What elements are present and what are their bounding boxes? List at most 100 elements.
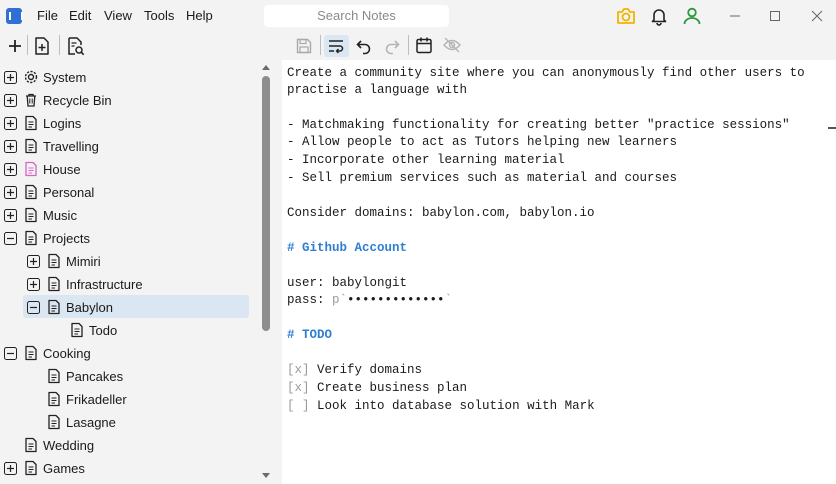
expand-icon[interactable] [27,255,40,268]
document-icon [25,437,37,453]
menu-tools[interactable]: Tools [144,8,174,23]
tree-item-label: Pancakes [66,369,124,384]
editor-heading: # Github Account [287,241,408,255]
tree-item[interactable]: Games [0,457,250,480]
menu-edit[interactable]: Edit [69,8,91,23]
user-icon[interactable] [682,6,702,26]
expand-icon[interactable] [4,94,17,107]
scroll-down-icon[interactable] [261,472,271,480]
todo-text: Verify domains [317,363,423,377]
tree-item[interactable]: Babylon [0,296,250,319]
gear-icon [24,70,38,84]
tree-item[interactable]: Logins [0,112,250,135]
checkbox-marker[interactable]: [ ] [287,399,310,413]
password-suffix: ` [444,293,453,307]
password-line: pass: p`•••••••••••••` [287,292,452,309]
document-icon [48,299,60,315]
undo-icon[interactable] [355,37,373,55]
expand-icon[interactable] [4,163,17,176]
collapse-icon[interactable] [4,347,17,360]
search-notes-icon[interactable] [66,36,86,56]
expand-icon[interactable] [4,462,17,475]
toolbar-separator [408,35,409,55]
tree-item[interactable]: Frikadeller [0,388,250,411]
expand-icon[interactable] [4,186,17,199]
tree-item-label: Frikadeller [66,392,127,407]
hide-password-icon[interactable] [442,36,462,54]
menu-view[interactable]: View [104,8,132,23]
tree-item[interactable]: Pancakes [0,365,250,388]
document-icon [25,230,37,246]
tree-item[interactable]: Recycle Bin [0,89,250,112]
tree-item[interactable]: Personal [0,181,250,204]
app-logo-icon [6,8,23,24]
collapse-icon[interactable] [4,232,17,245]
tree-item-label: Lasagne [66,415,116,430]
pink-document-icon [25,161,37,177]
document-icon [25,460,37,476]
tree-item[interactable]: House [0,158,250,181]
trash-icon [26,93,36,107]
add-note-icon[interactable] [6,37,24,55]
tree-item[interactable]: Lasagne [0,411,250,434]
tree-item[interactable]: Mimiri [0,250,250,273]
tree-scroll-thumb[interactable] [262,76,270,331]
document-icon [48,391,60,407]
close-icon[interactable] [807,6,827,26]
tree-item[interactable]: Wedding [0,434,250,457]
menu-help[interactable]: Help [186,8,213,23]
editor-line: Create a community site where you can an… [287,66,805,80]
editor-line: practise a language with [287,83,468,97]
password-mask[interactable]: ••••••••••••• [347,293,445,307]
tree-item-label: Recycle Bin [43,93,112,108]
bell-icon[interactable] [649,6,669,26]
camera-icon[interactable] [615,6,637,26]
tree-item-label: Cooking [43,346,91,361]
tree-item[interactable]: Travelling [0,135,250,158]
tree-item[interactable]: Infrastructure [0,273,250,296]
document-icon [25,115,37,131]
expand-icon[interactable] [4,140,17,153]
minimize-icon[interactable] [725,6,745,26]
checkbox-marker[interactable]: [x] [287,381,310,395]
tree-item-label: Todo [89,323,118,338]
tree-item[interactable]: Todo [0,319,250,342]
expand-icon[interactable] [4,71,17,84]
tree-item[interactable]: Music [0,204,250,227]
document-icon [48,276,60,292]
menu-file[interactable]: File [37,8,58,23]
tree-item-label: Games [43,461,85,476]
search-input[interactable]: Search Notes [264,5,449,27]
checkbox-marker[interactable]: [x] [287,363,310,377]
tree-item-label: Travelling [43,139,99,154]
tree-item-label: Infrastructure [66,277,143,292]
maximize-icon[interactable] [765,6,785,26]
expand-icon[interactable] [4,209,17,222]
collapse-icon[interactable] [27,301,40,314]
new-child-note-icon[interactable] [33,36,51,56]
tree-item-label: System [43,70,87,85]
tree-item-label: Music [43,208,77,223]
editor-line: - Sell premium services such as material… [287,171,678,185]
editor-line: - Incorporate other learning material [287,153,565,167]
document-icon [48,368,60,384]
save-icon[interactable] [295,37,313,55]
password-prefix: p` [332,293,348,307]
scroll-up-icon[interactable] [261,63,271,71]
editor-heading: # TODO [287,328,333,342]
calendar-icon[interactable] [415,36,433,54]
tree-item[interactable]: Cooking [0,342,250,365]
tree-item[interactable]: Projects [0,227,250,250]
expand-icon[interactable] [27,278,40,291]
editor-side-marker [828,127,836,129]
document-icon [48,414,60,430]
title-bar: File Edit View Tools Help Search Notes [0,0,836,32]
tree-item-label: Mimiri [66,254,101,269]
toolbar-separator [59,35,60,55]
expand-icon[interactable] [4,117,17,130]
todo-item: [ ] Look into database solution with Mar… [287,398,595,415]
tree-item[interactable]: System [0,66,250,89]
note-editor[interactable]: Create a community site where you can an… [282,60,836,484]
tree-item-label: Personal [43,185,95,200]
redo-icon[interactable] [383,37,401,55]
